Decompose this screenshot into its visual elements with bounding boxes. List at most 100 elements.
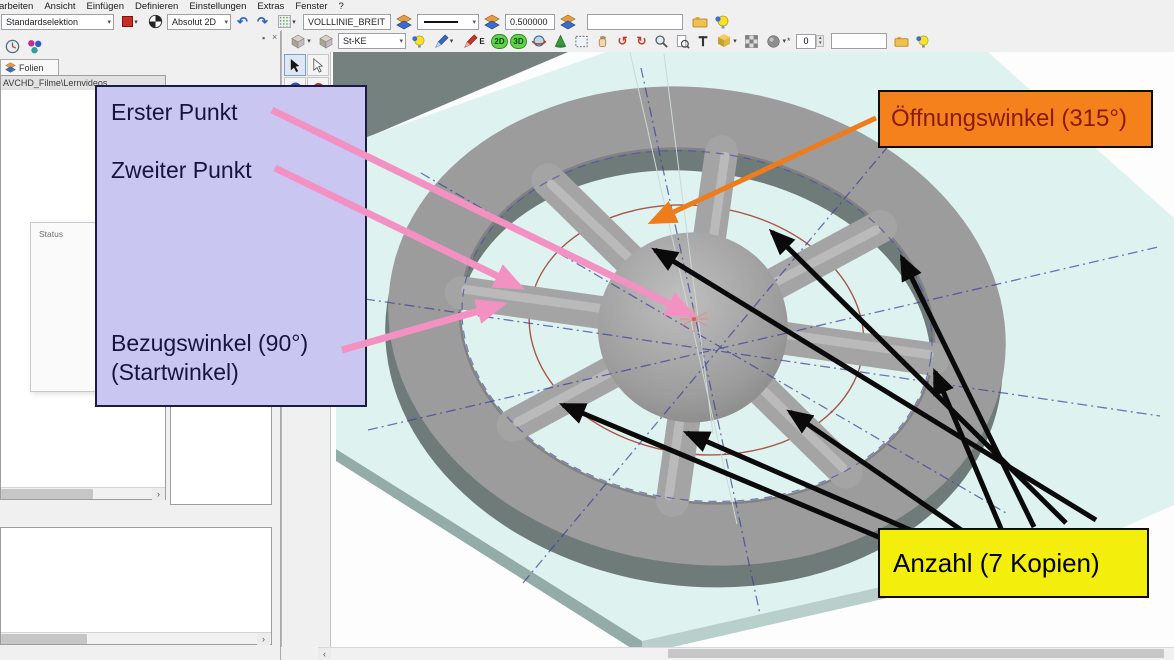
chevron-down-icon: ▾: [104, 18, 111, 26]
history-icon[interactable]: [4, 38, 21, 55]
detail-level-value: St-KE: [343, 36, 367, 46]
pan-button[interactable]: [593, 33, 612, 50]
open-view-button[interactable]: [892, 33, 911, 50]
redo-button[interactable]: ↷: [254, 13, 271, 30]
pen-select-button[interactable]: ▾: [430, 33, 457, 50]
chevron-down-icon: ▾: [221, 18, 228, 26]
coordinate-mode-combo[interactable]: Absolut 2D ▾: [167, 14, 231, 30]
callout-box-points: Erster Punkt Zweiter Punkt Bezugswinkel …: [95, 85, 367, 407]
tree-hscrollbar-thumb[interactable]: [1, 489, 93, 499]
properties-scroll-right-button[interactable]: ›: [257, 633, 270, 645]
menu-item-ansicht[interactable]: Ansicht: [42, 1, 84, 12]
folien-tab-label: Folien: [19, 63, 44, 73]
line-width-layer-button[interactable]: [482, 13, 502, 30]
menu-item-definieren[interactable]: Definieren: [133, 1, 187, 12]
line-type-layer-button[interactable]: [394, 13, 414, 30]
pen-layer-button[interactable]: [558, 13, 578, 30]
view-light-button[interactable]: [913, 33, 932, 50]
shading-button[interactable]: ▾ *: [763, 33, 794, 50]
chevron-down-icon: ▾: [307, 37, 311, 45]
color-group-icon[interactable]: [26, 38, 43, 55]
callout-anzahl-label: Anzahl (7 Kopien): [893, 548, 1100, 579]
zoom-window-button[interactable]: [572, 33, 591, 50]
edit-pen-button[interactable]: E: [459, 33, 489, 50]
select-alt-tool-button[interactable]: [307, 54, 329, 76]
callout-zweiter-punkt: Zweiter Punkt: [111, 157, 252, 184]
menu-item-extras[interactable]: Extras: [255, 1, 293, 12]
line-width-value: 0.500000: [510, 17, 548, 27]
callout-erster-punkt: Erster Punkt: [111, 99, 238, 126]
coordinate-mode-value: Absolut 2D: [172, 17, 216, 27]
callout-box-anzahl: Anzahl (7 Kopien): [878, 528, 1149, 598]
rotate-ccw-icon: ↺: [617, 35, 627, 47]
counter-spinbox[interactable]: 0 ▲ ▼: [796, 34, 824, 49]
spin-down-icon[interactable]: ▼: [818, 41, 822, 46]
layer-visibility-button[interactable]: [712, 13, 731, 30]
chevron-down-icon: ▾: [292, 18, 296, 26]
texture-button[interactable]: [742, 33, 761, 50]
folien-tab-icon: [5, 62, 16, 73]
undo-icon: ↶: [237, 15, 248, 28]
line-width-field[interactable]: 0.500000: [505, 14, 555, 30]
tree-scroll-right-button[interactable]: ›: [152, 488, 165, 500]
tree-hscrollbar[interactable]: ›: [1, 487, 165, 499]
properties-hscrollbar[interactable]: ›: [1, 632, 271, 644]
rotate-ccw-button[interactable]: ↺: [614, 33, 631, 50]
select-tool-button[interactable]: [284, 54, 306, 76]
render-mode-button[interactable]: [551, 33, 570, 50]
selection-mode-combo[interactable]: Standardselektion ▾: [1, 14, 114, 30]
application-window: arbeiten Ansicht Einfügen Definieren Ein…: [0, 0, 1174, 660]
main-toolbar: Standardselektion ▾ ▾ Absolut 2D ▾ ↶ ↷ ▾…: [0, 12, 1174, 31]
star-mark: *: [787, 36, 791, 46]
menu-item-einfuegen[interactable]: Einfügen: [85, 1, 134, 12]
grid-settings-button[interactable]: ▾: [274, 13, 300, 30]
chevron-down-icon: ▾: [782, 37, 786, 45]
zoom-dynamic-button[interactable]: [652, 33, 671, 50]
text-cursor-button[interactable]: [694, 33, 711, 50]
callout-oeffnungswinkel-label: Öffnungswinkel (315°): [891, 105, 1127, 133]
viewport-hscrollbar-thumb[interactable]: [668, 649, 1164, 658]
tab-folien[interactable]: Folien: [0, 59, 59, 75]
callout-box-oeffnungswinkel: Öffnungswinkel (315°): [878, 90, 1153, 148]
view-orientation-button[interactable]: ▾: [287, 33, 314, 50]
light-toggle-button[interactable]: [408, 33, 428, 50]
viewport-hscrollbar[interactable]: ‹: [318, 647, 1174, 659]
line-type-field[interactable]: VOLLLINIE_BREIT: [303, 14, 391, 30]
callout-bezugswinkel: Bezugswinkel (90°): [111, 330, 308, 357]
properties-panel[interactable]: [0, 527, 272, 645]
chevron-down-icon: ▾: [450, 37, 454, 45]
pen-name-field[interactable]: [587, 14, 683, 30]
menu-item-fenster[interactable]: Fenster: [293, 1, 336, 12]
undo-button[interactable]: ↶: [234, 13, 251, 30]
view-3d-button[interactable]: 3D: [510, 34, 527, 49]
rotate-view-button[interactable]: [529, 33, 549, 50]
color-picker-button[interactable]: ▾: [117, 13, 143, 30]
menu-item-einstellungen[interactable]: Einstellungen: [187, 1, 255, 12]
chevron-down-icon: ▾: [733, 37, 737, 45]
open-folder-button[interactable]: [690, 13, 709, 30]
chevron-down-icon: ▾: [396, 37, 403, 45]
properties-hscrollbar-thumb[interactable]: [1, 634, 87, 644]
redo-icon: ↷: [257, 15, 268, 28]
coordinate-origin-button[interactable]: [146, 13, 164, 30]
panel-pin-icon[interactable]: ▪: [262, 33, 265, 43]
view-name-field[interactable]: [831, 33, 887, 49]
counter-value: 0: [796, 34, 816, 49]
layer-tree-root-label: AVCHD_Filme\Lernvideos: [3, 78, 107, 88]
viewport-scroll-left-button[interactable]: ‹: [318, 648, 331, 659]
grid-icon: [278, 15, 291, 28]
detail-level-combo[interactable]: St-KE ▾: [338, 33, 406, 49]
line-style-combo[interactable]: ▾: [417, 14, 479, 30]
rotate-cw-button[interactable]: ↻: [633, 33, 650, 50]
chevron-down-icon: ▾: [134, 18, 138, 26]
edit-pen-badge: E: [479, 37, 484, 46]
line-type-value: VOLLLINIE_BREIT: [308, 17, 385, 27]
rotate-cw-icon: ↻: [636, 35, 646, 47]
view-2d-button[interactable]: 2D: [491, 34, 508, 49]
menu-item-help[interactable]: ?: [337, 1, 353, 12]
panel-close-icon[interactable]: ×: [272, 32, 277, 42]
solid-display-button[interactable]: ▾: [713, 33, 740, 50]
zoom-extents-button[interactable]: [673, 33, 692, 50]
menu-item-bearbeiten[interactable]: arbeiten: [0, 1, 42, 12]
plane-select-button[interactable]: [316, 33, 336, 50]
